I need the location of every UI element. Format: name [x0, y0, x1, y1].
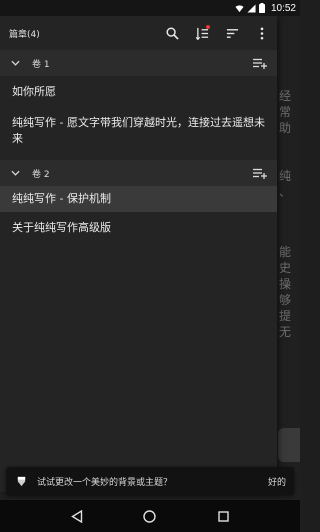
filter-icon — [226, 28, 238, 38]
editor-char: 能 — [278, 245, 291, 259]
wifi-icon — [235, 4, 244, 12]
more-vert-icon — [260, 27, 264, 39]
editor-char: 纯 — [278, 169, 291, 183]
recents-button[interactable] — [208, 501, 238, 531]
chapter-drawer: 篇章(4) 卷 1 如你所愿 纯纯写作 - 愿文字带我们穿越时光，连接过去遥想未… — [0, 16, 277, 492]
add-chapter-button[interactable] — [243, 160, 277, 186]
status-time: 10:52 — [270, 2, 296, 14]
drawer-toolbar: 篇章(4) — [0, 16, 277, 50]
battery-icon — [258, 3, 265, 13]
search-button[interactable] — [157, 18, 187, 48]
volume-header-2[interactable]: 卷 2 — [0, 160, 277, 186]
playlist-add-icon — [253, 58, 267, 69]
volume-label: 卷 1 — [32, 59, 50, 70]
snackbar-message: 试试更改一个美妙的背景或主题？ — [37, 477, 173, 488]
editor-char: 史 — [278, 261, 291, 275]
editor-char: 助 — [278, 121, 291, 135]
chapter-item-selected[interactable]: 纯纯写作 - 保护机制 — [0, 186, 277, 212]
theme-icon — [15, 475, 27, 487]
editor-text-lower: 能 史 操 够 提 无 — [278, 244, 292, 340]
app-root: 经 常 助 纯 、 能 史 操 够 提 无 10:52 篇章(4) 卷 1 如你… — [0, 0, 300, 532]
add-chapter-button[interactable] — [243, 50, 277, 76]
sort-list-button[interactable] — [187, 18, 217, 48]
search-icon — [165, 26, 179, 40]
recents-square-icon — [218, 510, 229, 522]
snackbar: 试试更改一个美妙的背景或主题？ 好的 — [6, 467, 294, 495]
home-button[interactable] — [135, 501, 165, 531]
chapter-item[interactable]: 如你所愿 — [0, 76, 277, 108]
editor-char: 、 — [278, 185, 291, 199]
notification-dot — [206, 25, 210, 29]
volume-header-1[interactable]: 卷 1 — [0, 50, 277, 76]
editor-drag-handle[interactable] — [278, 428, 300, 462]
filter-button[interactable] — [217, 18, 247, 48]
editor-char: 操 — [278, 277, 291, 291]
snackbar-action-button[interactable]: 好的 — [268, 475, 286, 488]
volume-label: 卷 2 — [32, 169, 50, 180]
more-options-button[interactable] — [247, 18, 277, 48]
drawer-title: 篇章(4) — [9, 29, 40, 40]
editor-char: 无 — [278, 325, 291, 339]
playlist-add-icon — [253, 168, 267, 179]
back-button[interactable] — [62, 501, 92, 531]
back-triangle-icon — [70, 509, 82, 523]
chevron-down-icon[interactable] — [8, 166, 22, 180]
editor-char: 常 — [278, 105, 291, 119]
status-bar: 10:52 — [0, 0, 300, 16]
editor-char: 经 — [278, 89, 291, 103]
chevron-down-icon[interactable] — [8, 56, 22, 70]
editor-char: 提 — [278, 309, 291, 323]
signal-icon — [247, 3, 256, 13]
editor-char: 够 — [278, 293, 291, 307]
navigation-bar — [0, 500, 300, 532]
chapter-item[interactable]: 纯纯写作 - 愿文字带我们穿越时光，连接过去遥想未来 — [0, 108, 277, 160]
editor-text-upper: 经 常 助 纯 、 — [278, 88, 292, 200]
home-circle-icon — [143, 509, 157, 523]
chapter-item[interactable]: 关于纯纯写作高级版 — [0, 212, 277, 242]
